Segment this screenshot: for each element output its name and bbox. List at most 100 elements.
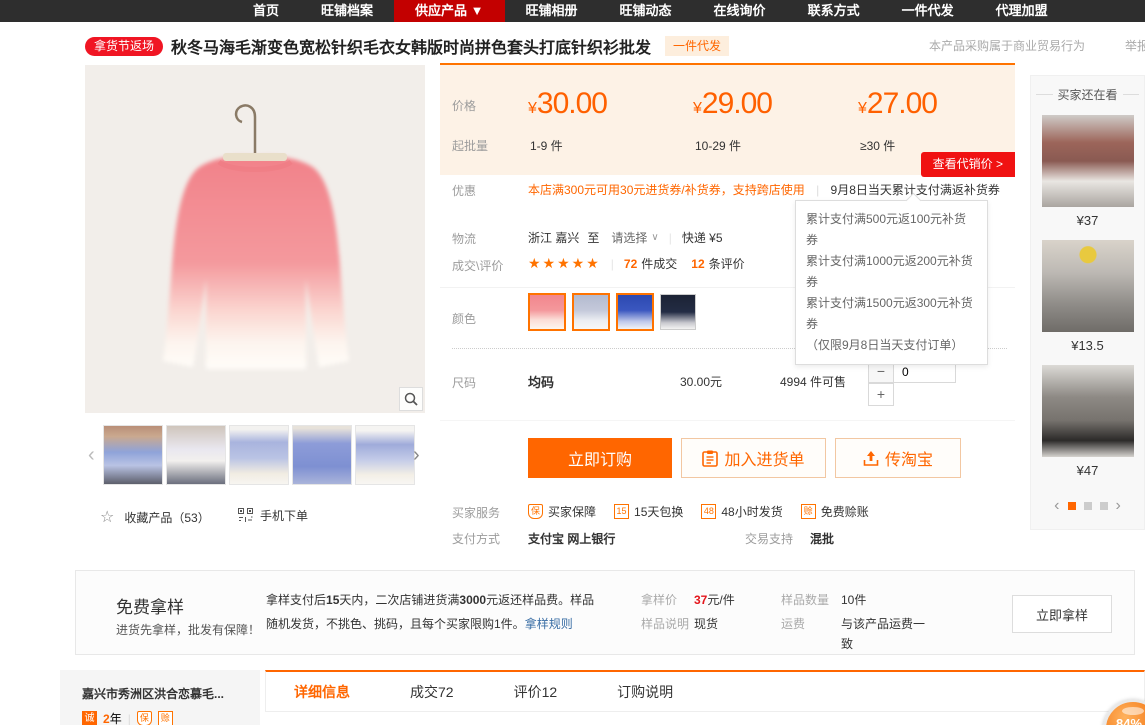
nav-item-agent[interactable]: 代理加盟 xyxy=(975,0,1069,22)
sidebar-page-dot-2[interactable] xyxy=(1084,502,1092,510)
thumbnail-4[interactable] xyxy=(292,425,352,485)
nav-item-contact[interactable]: 联系方式 xyxy=(787,0,881,22)
price-tier-1: ¥30.00 xyxy=(528,87,607,121)
favorite-product[interactable]: ☆ 收藏产品（53） xyxy=(100,507,210,527)
color-swatches xyxy=(528,293,696,331)
tooltip-line: （仅限9月8日当天支付订单） xyxy=(806,335,977,356)
sidebar-page-dot-1[interactable] xyxy=(1068,502,1076,510)
get-sample-button[interactable]: 立即拿样 xyxy=(1012,595,1112,633)
sample-ship-value: 与该产品运费一 xyxy=(841,615,925,632)
size-unit-price: 30.00元 xyxy=(680,373,760,390)
report-link[interactable]: 举报 xyxy=(1125,37,1145,54)
sidebar-product-1-price: ¥37 xyxy=(1031,213,1144,228)
swatch-pink-gradient[interactable] xyxy=(528,293,566,331)
free-sample-subtitle: 进货先拿样，批发有保障！ xyxy=(116,621,260,638)
seller-credit-icon: 赊 xyxy=(158,711,173,725)
sidebar-next-arrow[interactable]: › xyxy=(1116,497,1121,515)
swatch-blue-gradient[interactable] xyxy=(616,293,654,331)
price-tier-3: ¥27.00 xyxy=(858,87,937,121)
price-tier-2: ¥29.00 xyxy=(693,87,772,121)
nav-item-inquiry[interactable]: 在线询价 xyxy=(693,0,787,22)
zoom-magnifier-icon[interactable] xyxy=(399,387,423,411)
sidebar-product-1-image[interactable] xyxy=(1042,115,1134,207)
integrity-badge-icon: 诚 xyxy=(82,711,97,725)
reviews-count[interactable]: 12 xyxy=(691,257,704,271)
service-free-credit[interactable]: 赊 免费赊账 xyxy=(801,503,869,520)
logistics-origin: 浙江 嘉兴 xyxy=(528,229,579,246)
sidebar-product-2-price: ¥13.5 xyxy=(1031,338,1144,353)
promo-coupon-text: 本店满300元可用30元进货券/补货券，支持跨店使用 xyxy=(528,183,805,197)
order-now-button[interactable]: 立即订购 xyxy=(528,438,672,478)
sidebar-product-1[interactable]: ¥37 xyxy=(1031,115,1144,228)
qty-plus-button[interactable]: + xyxy=(868,383,894,406)
nav-item-shop-profile[interactable]: 旺铺档案 xyxy=(300,0,394,22)
seller-card: 嘉兴市秀洲区洪合恋慕毛... 诚 2年 | 保 赊 xyxy=(60,670,260,725)
seller-name[interactable]: 嘉兴市秀洲区洪合恋慕毛... xyxy=(82,685,260,702)
sidebar-page-dot-3[interactable] xyxy=(1100,502,1108,510)
thumbnail-next-arrow[interactable]: › xyxy=(413,425,420,485)
add-to-purchase-list-button[interactable]: 加入进货单 xyxy=(681,438,826,478)
sidebar-prev-arrow[interactable]: ‹ xyxy=(1054,497,1059,515)
deals-suffix: 件成交 xyxy=(641,255,677,272)
tooltip-line: 累计支付满1500元返300元补货券 xyxy=(806,293,977,335)
sidebar-product-2-image[interactable] xyxy=(1042,240,1134,332)
tab-reviews[interactable]: 评价12 xyxy=(514,682,558,702)
main-product-image[interactable] xyxy=(85,65,425,413)
sidebar-pagination: ‹ › xyxy=(1031,497,1144,515)
thumbnail-prev-arrow[interactable]: ‹ xyxy=(88,425,95,485)
service-48h-shipping[interactable]: 48 48小时发货 xyxy=(701,503,782,520)
sample-price-value: 37元/件 xyxy=(694,591,735,608)
thumbnail-2[interactable] xyxy=(166,425,226,485)
seller-years: 2年 xyxy=(103,710,122,725)
sidebar-product-3[interactable]: ¥47 xyxy=(1031,365,1144,478)
service-guarantee[interactable]: 保 买家保障 xyxy=(528,503,596,520)
nav-item-shop-news[interactable]: 旺铺动态 xyxy=(599,0,693,22)
thumbnail-5[interactable] xyxy=(355,425,415,485)
trade-support-value: 混批 xyxy=(810,530,834,547)
tooltip-line: 累计支付满500元返100元补货券 xyxy=(806,209,977,251)
promo-event-badge: 拿货节返场 xyxy=(85,37,163,56)
color-label: 颜色 xyxy=(452,310,476,327)
thumbnail-1[interactable] xyxy=(103,425,163,485)
tab-order-notes[interactable]: 订购说明 xyxy=(617,682,673,702)
nav-item-products[interactable]: 供应产品 ▼ xyxy=(394,0,504,22)
sample-rules-link[interactable]: 拿样规则 xyxy=(525,617,573,631)
mobile-order[interactable]: 手机下单 xyxy=(238,507,308,524)
logistics-to: 至 xyxy=(587,229,599,246)
star-rating-icons: ★★★★★ xyxy=(528,255,601,272)
sidebar-product-3-image[interactable] xyxy=(1042,365,1134,457)
deals-count[interactable]: 72 xyxy=(624,257,637,271)
price-panel: 价格 起批量 ¥30.00 ¥29.00 ¥27.00 1-9 件 10-29 … xyxy=(440,63,1015,175)
payment-label: 支付方式 xyxy=(452,530,500,547)
add-to-purchase-list-label: 加入进货单 xyxy=(724,446,804,470)
free-sample-title: 免费拿样 xyxy=(116,593,184,618)
qty-tier-3: ≥30 件 xyxy=(860,137,895,154)
chevron-down-icon[interactable]: ∨ xyxy=(651,232,658,243)
nav-item-dropship[interactable]: 一件代发 xyxy=(881,0,975,22)
swatch-navy-gradient[interactable] xyxy=(660,294,696,330)
service-label: 买家服务 xyxy=(452,504,500,521)
qty-tier-1: 1-9 件 xyxy=(530,137,563,154)
rating-row: ★★★★★ | 72 件成交 12 条评价 xyxy=(528,255,745,272)
price-label: 价格 xyxy=(452,97,476,114)
action-buttons: 立即订购 加入进货单 传淘宝 xyxy=(528,438,961,478)
nav-item-shop-album[interactable]: 旺铺相册 xyxy=(505,0,599,22)
send-to-taobao-label: 传淘宝 xyxy=(885,446,933,470)
free-sample-description: 拿样支付后15天内，二次店铺进货满3000元返还样品费。样品随机发货，不挑色、挑… xyxy=(266,588,596,636)
also-viewed-sidebar: 买家还在看 ¥37 ¥13.5 ¥47 ‹ › xyxy=(1030,75,1145,530)
thumbnail-3[interactable] xyxy=(229,425,289,485)
tab-detail-info[interactable]: 详细信息 xyxy=(294,682,350,702)
sample-note-label: 样品说明 xyxy=(641,615,689,632)
sample-ship-value-2: 致 xyxy=(841,635,853,652)
swatch-grey-gradient[interactable] xyxy=(572,293,610,331)
qr-code-icon xyxy=(238,508,253,523)
tab-deals[interactable]: 成交72 xyxy=(410,682,454,702)
clipboard-icon xyxy=(702,450,718,467)
sidebar-product-2[interactable]: ¥13.5 xyxy=(1031,240,1144,353)
nav-item-home[interactable]: 首页 xyxy=(232,0,300,22)
destination-select[interactable]: 请选择 xyxy=(611,229,647,246)
send-to-taobao-button[interactable]: 传淘宝 xyxy=(835,438,961,478)
service-15day-exchange[interactable]: 15 15天包换 xyxy=(614,503,683,520)
view-consign-price-button[interactable]: 查看代销价 > xyxy=(921,152,1015,177)
logistics-label: 物流 xyxy=(452,230,476,247)
